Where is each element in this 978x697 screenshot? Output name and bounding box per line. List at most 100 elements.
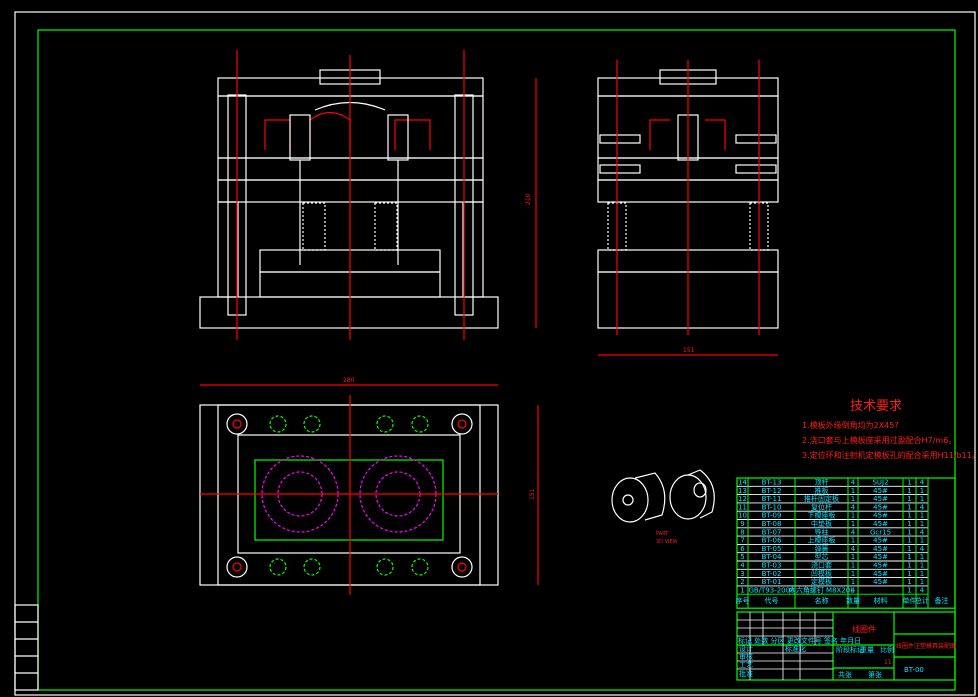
- bom-cell: 4: [851, 528, 856, 536]
- label-sheet-no: 第张: [868, 670, 882, 679]
- bom-header: 代号: [765, 596, 779, 605]
- bom-cell: BT-08: [762, 520, 782, 528]
- part-label-2: 3D VIEW: [656, 539, 678, 545]
- bom-cell: 45#: [873, 503, 888, 511]
- bom-row: 10 BT-09 下模座板 1 45# 1 1: [738, 511, 924, 520]
- bom-cell: 12: [738, 495, 747, 503]
- bom-row: 3 BT-02 凹模板 1 45# 1 1: [740, 569, 924, 578]
- bom-cell: 1: [907, 545, 911, 553]
- bom-cell: 1: [907, 562, 911, 570]
- tech-item-3: 3.定位环和注射机定模板孔的配合采用H11/b11。: [802, 450, 978, 460]
- bom-cell: 45#: [873, 537, 888, 545]
- bom-row: 11 BT-10 复位杆 4 45# 1 4: [738, 502, 925, 511]
- label-standard: 标准化: [785, 644, 806, 653]
- bom-row: 5 BT-04 型芯 1 45# 1 1: [740, 552, 924, 561]
- label-process: 工艺: [739, 661, 753, 669]
- bom-cell: 弹簧: [815, 544, 829, 553]
- bom-cell: 9: [740, 520, 744, 528]
- bom-cell: 6: [740, 545, 745, 553]
- label-sheets-total: 共张: [838, 670, 852, 679]
- bom-cell: 10: [738, 512, 747, 520]
- front-section-view: 210: [199, 50, 537, 340]
- bom-cell: BT-06: [762, 537, 782, 545]
- bom-cell: 导柱: [815, 527, 829, 536]
- bom-header: 材料: [874, 596, 888, 605]
- bom-cell: 4: [851, 479, 856, 487]
- technical-requirements: 技术要求 1.模板外缘倒角均为2X45? 2.浇口套与上模板座采用过盈配合H7/…: [802, 399, 978, 460]
- bom-cell: 浇口套: [811, 561, 832, 570]
- bom-cell: 凹模板: [811, 569, 832, 578]
- bom-cell: 1: [907, 520, 911, 528]
- bom-header: 序号: [736, 596, 750, 605]
- left-margin-table: [14, 604, 39, 691]
- dimension-top-width: 280: [343, 377, 355, 384]
- bom-cell: 45#: [873, 570, 888, 578]
- bom-cell: 1: [920, 487, 924, 495]
- side-section-view: 151: [597, 60, 779, 356]
- label-weight: 重量: [860, 646, 874, 654]
- part-isometric: PART 3D VIEW: [611, 469, 715, 545]
- bom-cell: 45#: [873, 553, 888, 561]
- bom-header: 总计: [915, 596, 929, 605]
- bom-cell: 4: [851, 586, 856, 594]
- bom-cell: BT-09: [762, 512, 782, 520]
- bom-row: 1 GB/T93-2008内六角螺钉 M8X20L4 1 4: [740, 585, 925, 594]
- bom-cell: 型芯: [815, 552, 829, 561]
- bom-cell: 1: [851, 570, 855, 578]
- bom-cell: 1: [907, 586, 911, 594]
- bom-row: 2 BT-01 定模板 1 45# 1 1: [740, 577, 924, 586]
- bom-cell: 7: [740, 537, 744, 545]
- bom-cell: BT-11: [762, 495, 782, 503]
- bom-cell: BT-07: [762, 528, 782, 536]
- bom-cell: 顶杆: [815, 478, 829, 487]
- bom-cell: 1: [907, 479, 911, 487]
- bom-cell: 45#: [873, 512, 888, 520]
- bom-cell: 1: [920, 512, 924, 520]
- dimension-top-height: 151: [529, 488, 536, 500]
- bom-row: 12 BT-11 推杆固定板 1 45# 1 1: [738, 494, 924, 503]
- bom-cell: 4: [920, 586, 925, 594]
- bom-cell: 1: [920, 562, 924, 570]
- bom-cell: 14: [738, 479, 747, 487]
- bom-cell: 1: [851, 495, 855, 503]
- bom-cell: 1: [920, 495, 924, 503]
- bom-row: 14 BT-13 顶杆 4 SUJ2 1 4: [738, 478, 925, 487]
- bom-cell: 2: [740, 578, 744, 586]
- tech-item-1: 1.模板外缘倒角均为2X45?: [802, 420, 899, 430]
- bom-cell: BT-13: [762, 479, 782, 487]
- bom-cell: 45#: [873, 545, 888, 553]
- bom-header: 备注: [935, 596, 949, 605]
- bill-of-materials: 14 BT-13 顶杆 4 SUJ2 1 413 BT-12 推板 1 45# 1 112 BT-11 推杆…: [736, 477, 956, 609]
- bom-cell: 1: [851, 537, 855, 545]
- bom-header: 数量: [846, 596, 860, 605]
- bom-row: 8 BT-07 导柱 4 Gcr15 1 4: [740, 527, 925, 536]
- bom-cell: 1: [920, 553, 924, 561]
- bom-cell: 1: [851, 520, 855, 528]
- label-review: 审核: [739, 652, 753, 661]
- bom-cell: BT-04: [762, 553, 782, 561]
- bom-header: 名称: [815, 596, 829, 605]
- bom-cell: 1: [907, 537, 911, 545]
- bom-cell: 1: [851, 487, 855, 495]
- bom-row: 13 BT-12 推板 1 45# 1 1: [738, 486, 924, 495]
- bom-row: 4 BT-03 浇口套 1 45# 1 1: [740, 561, 924, 570]
- bom-cell: 上模座板: [808, 536, 836, 545]
- bom-cell: BT-03: [762, 562, 782, 570]
- bom-cell: 45#: [873, 578, 888, 586]
- bom-cell: 4: [920, 528, 925, 536]
- bom-cell: 1: [851, 553, 855, 561]
- bom-cell: 4: [851, 503, 856, 511]
- bom-cell: 1: [907, 578, 911, 586]
- bom-cell: 1: [907, 553, 911, 561]
- bom-cell: 13: [738, 487, 747, 495]
- label-approve: 批准: [739, 669, 753, 678]
- bom-cell: 45#: [873, 495, 888, 503]
- bom-cell: 下模座板: [808, 511, 836, 520]
- bom-cell: 5: [740, 553, 744, 561]
- bom-cell: 4: [920, 545, 925, 553]
- bom-cell: 复位杆: [811, 502, 832, 511]
- bom-cell: BT-05: [762, 545, 782, 553]
- drawing-title: 线圈件注塑模具装配图: [896, 642, 956, 650]
- bom-cell: 4: [920, 479, 925, 487]
- top-plan-view: 280 151: [199, 377, 539, 595]
